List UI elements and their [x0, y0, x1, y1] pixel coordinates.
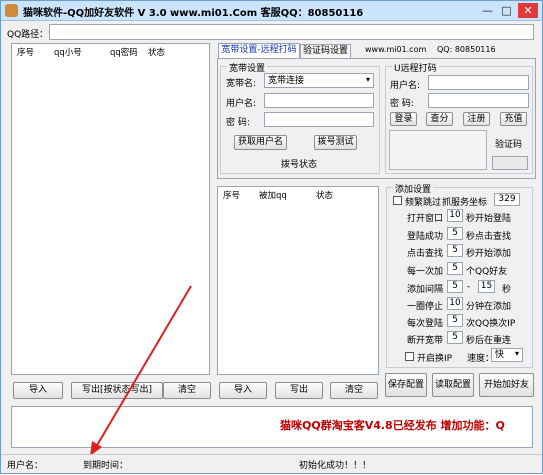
status-user-label: 用户名：: [7, 461, 44, 471]
status-bar: 用户名： 到期时间： 初始化成功！！！: [1, 454, 542, 473]
status-init-text: 初始化成功！！！: [299, 461, 372, 471]
status-expire-label: 到期时间：: [83, 461, 129, 471]
annotation-arrow: [90, 285, 192, 456]
arrow-line: [95, 285, 192, 448]
app-window: 猫咪软件-QQ加好友软件 V 3.0 www.mi01.Com 客服QQ：808…: [0, 0, 543, 474]
